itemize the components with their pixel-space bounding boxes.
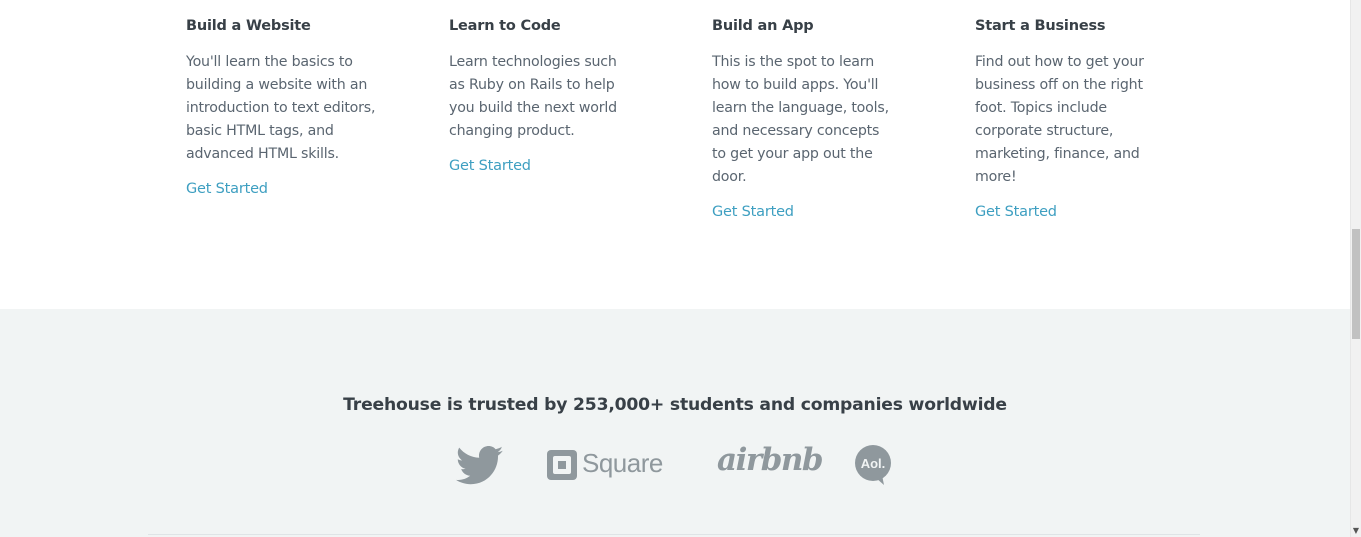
track-learn-to-code: Learn to Code Learn technologies such as… [449, 16, 649, 176]
track-build-app: Build an App This is the spot to learn h… [712, 16, 912, 222]
track-description: You'll learn the basics to building a we… [186, 54, 376, 162]
track-title: Build an App [712, 18, 814, 34]
scroll-down-arrow-icon[interactable]: ▼ [1352, 527, 1360, 535]
company-logos: Square airbnb Aol. [0, 442, 1350, 489]
scrollbar-thumb[interactable] [1352, 229, 1360, 339]
get-started-link[interactable]: Get Started [975, 202, 1175, 222]
square-logo-text: Square [582, 448, 663, 478]
get-started-link[interactable]: Get Started [712, 202, 912, 222]
track-description: Learn technologies such as Ruby on Rails… [449, 54, 617, 139]
track-description: Find out how to get your business off on… [975, 54, 1144, 185]
trusted-heading: Treehouse is trusted by 253,000+ student… [343, 395, 1007, 415]
tracks-section: Build a Website You'll learn the basics … [0, 0, 1350, 309]
track-description: This is the spot to learn how to build a… [712, 54, 889, 185]
track-title: Start a Business [975, 18, 1106, 34]
aol-logo: Aol. [854, 444, 894, 489]
page-content: Build a Website You'll learn the basics … [0, 0, 1350, 537]
section-divider [148, 534, 1200, 535]
square-logo: Square [546, 444, 672, 489]
twitter-icon [455, 444, 504, 489]
track-build-website: Build a Website You'll learn the basics … [186, 16, 386, 199]
track-title: Learn to Code [449, 18, 561, 34]
track-start-business: Start a Business Find out how to get you… [975, 16, 1175, 222]
vertical-scrollbar[interactable]: ▼ [1350, 0, 1361, 537]
airbnb-logo-text: airbnb [717, 442, 824, 478]
get-started-link[interactable]: Get Started [186, 179, 386, 199]
aol-bubble-icon: Aol. [855, 445, 891, 485]
aol-logo-text: Aol. [861, 456, 886, 471]
get-started-link[interactable]: Get Started [449, 156, 649, 176]
square-icon [547, 450, 577, 480]
track-title: Build a Website [186, 18, 311, 34]
trusted-by-section: Treehouse is trusted by 253,000+ student… [0, 309, 1350, 537]
airbnb-logo: airbnb [717, 442, 824, 489]
